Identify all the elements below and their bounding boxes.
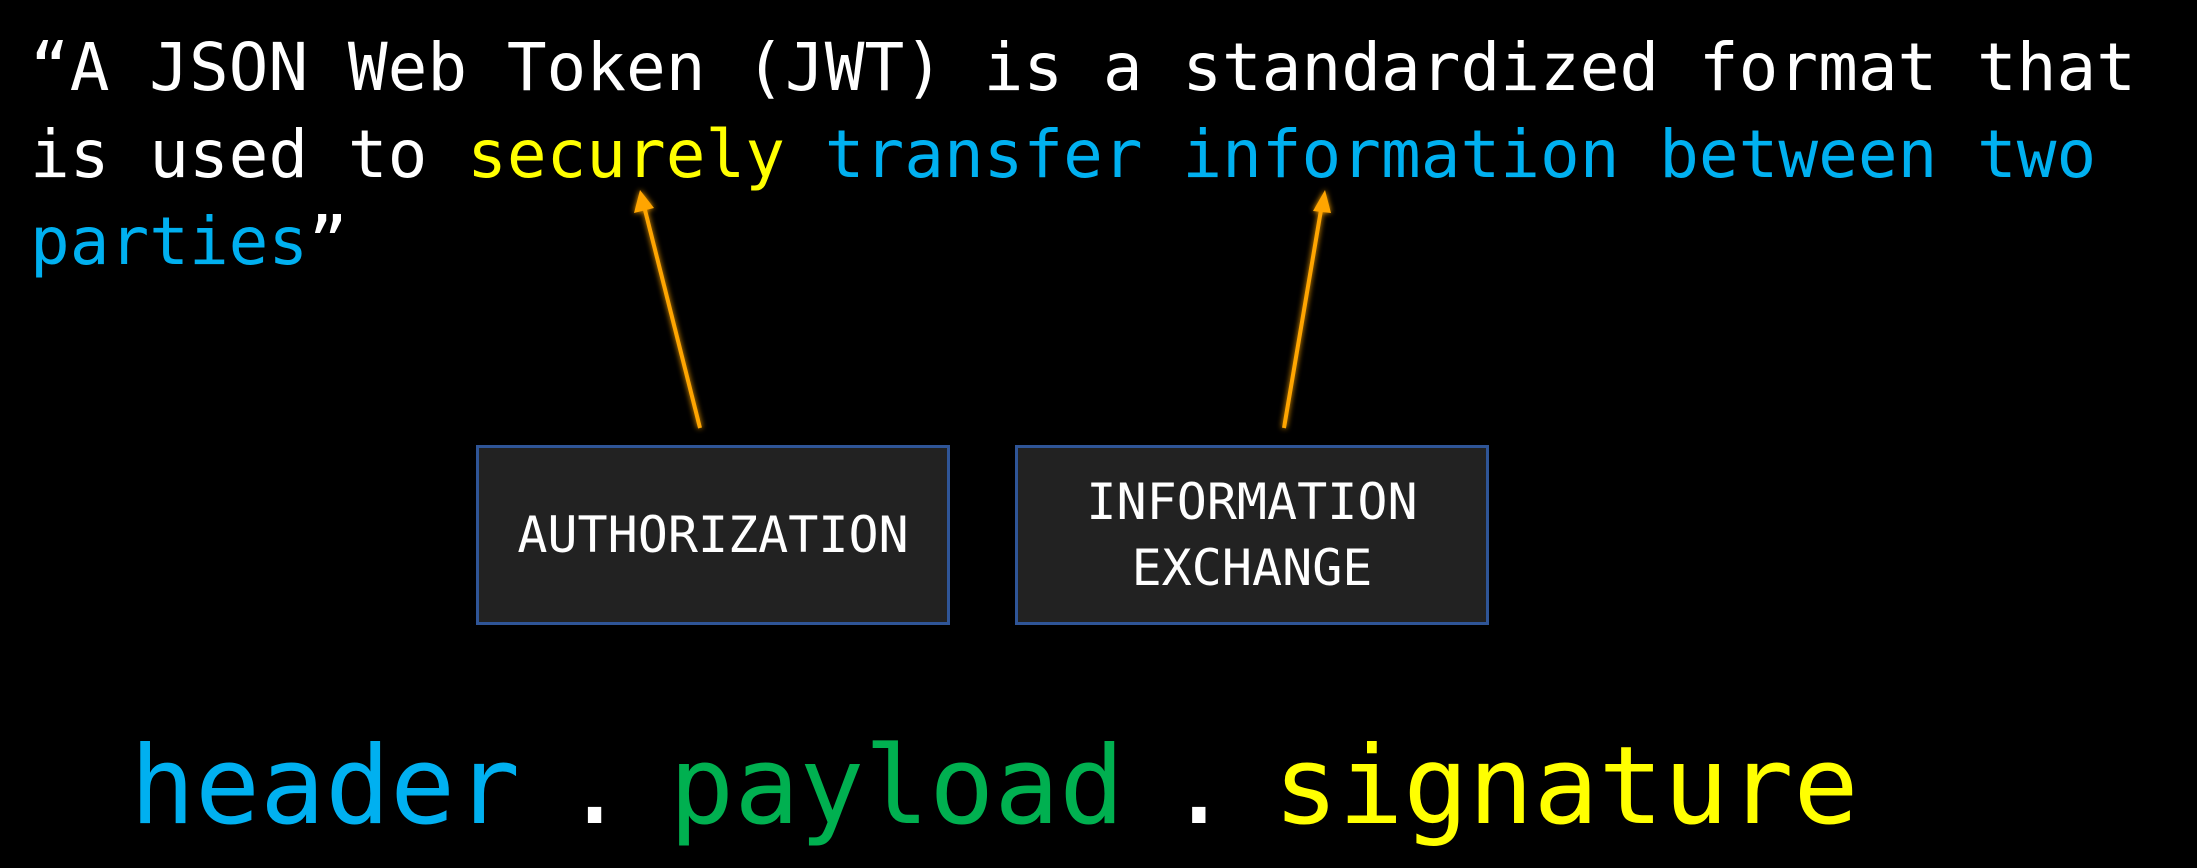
jwt-part-header: header [130,724,521,849]
information-exchange-label-line-1: INFORMATION [1086,473,1418,531]
information-exchange-label-line-2: EXCHANGE [1131,539,1373,597]
authorization-box: AUTHORIZATION [476,445,950,625]
authorization-label: AUTHORIZATION [517,506,909,564]
quote-line-1: “A JSON Web Token (JWT) is a standardize… [30,29,2136,106]
quote-line-2: is used to securely transfer information… [30,111,2190,198]
highlight-transfer-information: transfer information between two [824,116,2097,193]
jwt-structure-formula: header. payload. signature [130,722,1859,852]
jwt-definition-quote: “A JSON Web Token (JWT) is a standardize… [30,24,2190,285]
closing-quote-mark: ” [308,203,348,280]
quote-line-3: parties” [30,198,2190,285]
jwt-separator-dot-2: . [1166,724,1232,849]
highlight-parties: parties [30,203,309,280]
quote-space [785,116,825,193]
jwt-part-signature: signature [1273,724,1859,849]
quote-text-prefix: is used to [30,116,468,193]
information-exchange-box: INFORMATION EXCHANGE [1015,445,1489,625]
jwt-part-payload: payload [669,724,1125,849]
highlight-securely: securely [467,116,785,193]
jwt-separator-dot-1: . [562,724,628,849]
